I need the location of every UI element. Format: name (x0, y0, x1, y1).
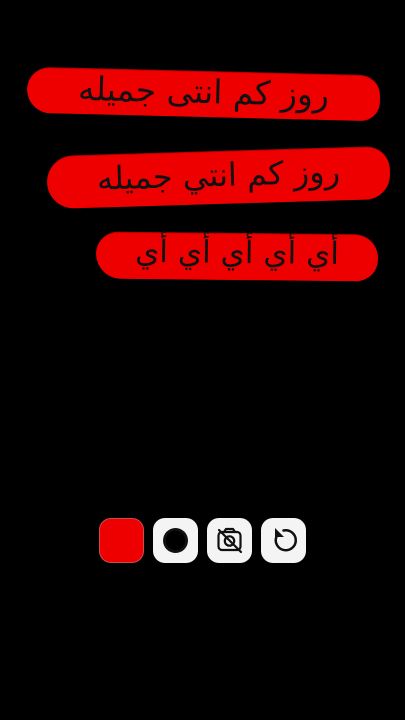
annotation-stroke-1[interactable]: روز كم انتى جميله (26, 66, 381, 122)
annotation-toolbar (99, 518, 306, 563)
undo-button[interactable] (261, 518, 306, 563)
record-icon (163, 528, 188, 553)
annotation-text-2: روز كم انتي جميله (96, 151, 341, 198)
camera-toggle-button[interactable] (207, 518, 252, 563)
undo-icon (274, 528, 298, 552)
annotation-text-1: روز كم انتى جميله (77, 68, 330, 114)
annotation-stroke-3[interactable]: أي أي أي أي أي (95, 231, 379, 282)
camera-off-icon (217, 527, 243, 554)
annotation-text-3: أي أي أي أي أي (134, 233, 340, 272)
color-picker-button[interactable] (99, 518, 144, 563)
record-button[interactable] (153, 518, 198, 563)
annotation-stroke-2[interactable]: روز كم انتي جميله (46, 145, 391, 210)
